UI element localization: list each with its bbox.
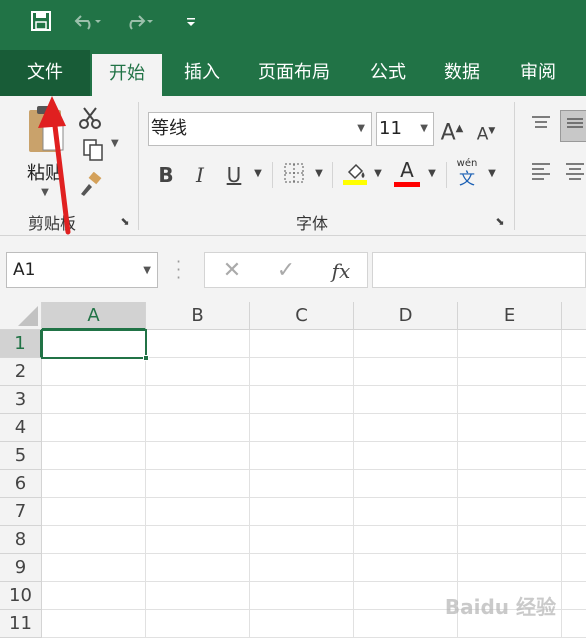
red-arrow-annotation xyxy=(38,96,71,235)
